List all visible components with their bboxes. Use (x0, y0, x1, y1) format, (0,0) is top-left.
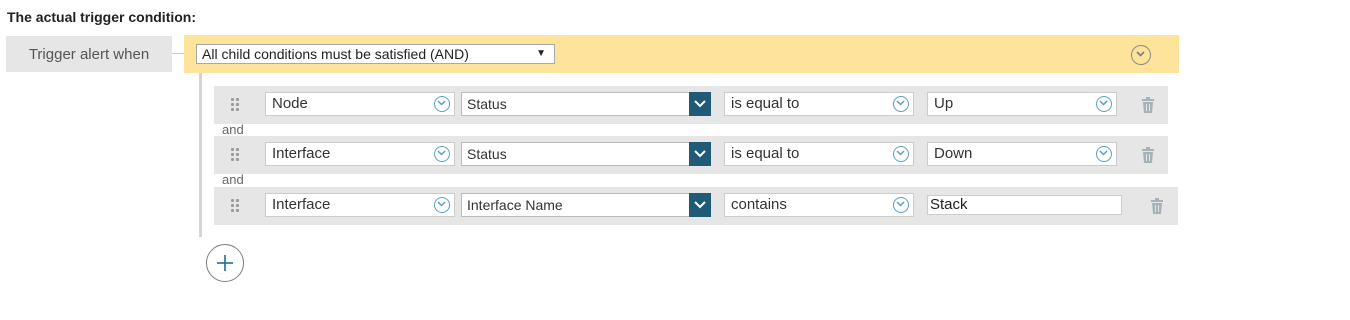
property-select[interactable]: Status (461, 92, 711, 116)
object-select-value: Interface (272, 196, 331, 213)
logic-select[interactable]: All child conditions must be satisfied (… (196, 44, 555, 64)
chevron-down-circle-icon (1096, 146, 1112, 162)
operator-select[interactable]: contains (724, 193, 914, 217)
chevron-down-circle-icon (893, 146, 909, 162)
property-dropdown-button[interactable] (689, 193, 711, 217)
object-select-value: Node (272, 95, 308, 112)
dropdown-arrow-icon: ▼ (536, 48, 546, 59)
plus-icon (217, 255, 233, 271)
value-text-input-value: Stack (930, 196, 968, 213)
value-text-input[interactable]: Stack (927, 195, 1122, 215)
joiner-label: and (222, 172, 244, 187)
operator-select-value: is equal to (731, 145, 800, 162)
value-select-value: Down (934, 145, 973, 162)
operator-select[interactable]: is equal to (724, 142, 914, 166)
value-select[interactable]: Up (927, 92, 1117, 116)
trash-icon[interactable] (1141, 97, 1155, 113)
property-select-value: Interface Name (467, 197, 563, 213)
condition-row: Interface Status is equal to Down (214, 136, 1168, 174)
property-select[interactable]: Interface Name (461, 193, 711, 217)
drag-handle-icon[interactable] (231, 148, 239, 162)
object-select[interactable]: Interface (265, 193, 455, 217)
connector-line (172, 53, 184, 54)
chevron-down-circle-icon (893, 96, 909, 112)
value-select-value: Up (934, 95, 954, 112)
chevron-down-circle-icon (434, 96, 450, 112)
section-heading: The actual trigger condition: (7, 9, 197, 25)
chevron-down-icon (694, 201, 706, 209)
logic-select-value: All child conditions must be satisfied (… (202, 46, 469, 62)
group-bracket-line (199, 73, 202, 237)
condition-row: Interface Interface Name contains Stack (214, 187, 1178, 225)
operator-select-value: is equal to (731, 95, 800, 112)
property-select[interactable]: Status (461, 142, 711, 166)
add-condition-button[interactable] (206, 244, 244, 282)
chevron-down-icon (694, 100, 706, 108)
trigger-label: Trigger alert when (6, 36, 172, 72)
object-select[interactable]: Interface (265, 142, 455, 166)
operator-select-value: contains (731, 196, 787, 213)
trash-icon[interactable] (1141, 147, 1155, 163)
joiner-label: and (222, 122, 244, 137)
trigger-label-text: Trigger alert when (28, 45, 150, 63)
trash-icon[interactable] (1150, 198, 1164, 214)
chevron-down-icon (1136, 51, 1145, 57)
drag-handle-icon[interactable] (231, 199, 239, 213)
chevron-down-circle-icon (434, 197, 450, 213)
value-select[interactable]: Down (927, 142, 1117, 166)
property-select-value: Status (467, 96, 507, 112)
chevron-down-icon (694, 150, 706, 158)
property-select-value: Status (467, 146, 507, 162)
chevron-down-circle-icon (893, 197, 909, 213)
condition-row: Node Status is equal to Up (214, 86, 1168, 124)
property-dropdown-button[interactable] (689, 142, 711, 166)
property-dropdown-button[interactable] (689, 92, 711, 116)
chevron-down-circle-icon (1096, 96, 1112, 112)
object-select[interactable]: Node (265, 92, 455, 116)
object-select-value: Interface (272, 145, 331, 162)
drag-handle-icon[interactable] (231, 98, 239, 112)
operator-select[interactable]: is equal to (724, 92, 914, 116)
chevron-down-circle-icon (434, 146, 450, 162)
collapse-group-button[interactable] (1131, 45, 1151, 65)
